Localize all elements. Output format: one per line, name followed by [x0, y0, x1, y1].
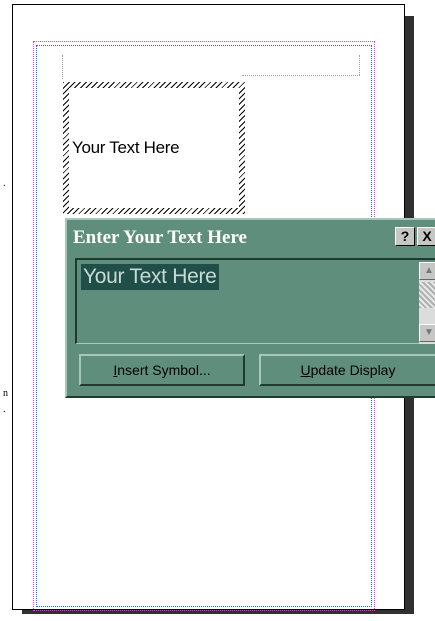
edge-mark: .	[3, 178, 6, 189]
help-icon[interactable]: ?	[395, 227, 415, 246]
scroll-down-arrow-icon[interactable]: ▼	[419, 324, 435, 342]
dialog-title: Enter Your Text Here	[73, 227, 247, 248]
update-display-mnemonic: U	[300, 362, 311, 378]
edge-mark: n	[3, 388, 8, 399]
close-icon[interactable]: X	[417, 227, 435, 246]
insert-symbol-button[interactable]: Insert Symbol...	[79, 354, 245, 386]
enter-text-dialog: Enter Your Text Here ? X Your Text Here …	[65, 218, 435, 398]
edge-mark: .	[3, 404, 6, 415]
frame-text: Your Text Here	[72, 138, 180, 157]
update-display-button[interactable]: Update Display	[259, 354, 435, 386]
update-display-label: pdate Display	[310, 362, 396, 378]
text-entry-field[interactable]: Your Text Here ▲ ▼	[75, 258, 435, 344]
frame-guide-line	[62, 55, 64, 79]
scroll-up-arrow-icon[interactable]: ▲	[419, 262, 435, 280]
frame-guide-line	[359, 55, 361, 75]
insert-symbol-label: nsert Symbol...	[117, 362, 211, 378]
scroll-thumb[interactable]	[419, 282, 435, 308]
frame-guide-line	[242, 75, 360, 77]
selected-text-value: Your Text Here	[81, 264, 219, 290]
selected-text-frame[interactable]: Your Text Here	[63, 82, 245, 214]
vertical-scrollbar[interactable]: ▲ ▼	[419, 262, 435, 344]
